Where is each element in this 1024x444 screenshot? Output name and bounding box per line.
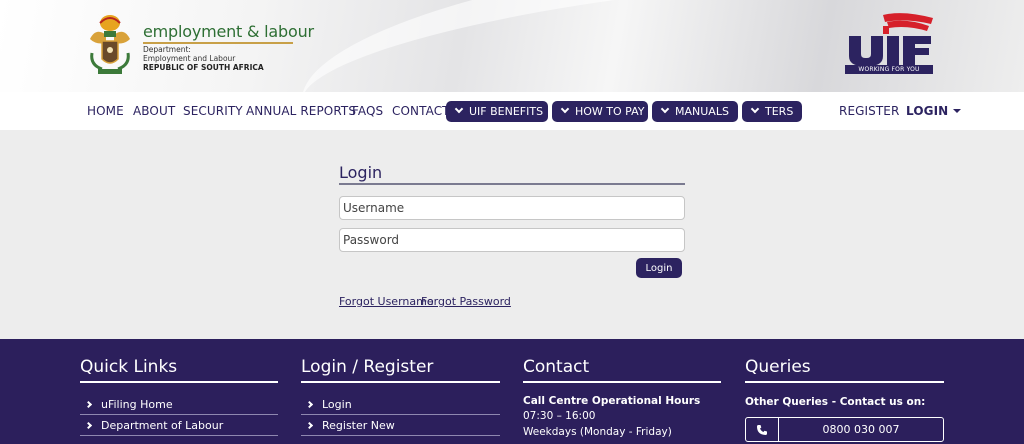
footer-link-label: Login [322, 398, 352, 411]
phone-number-box[interactable]: 0800 030 007 [745, 417, 944, 442]
chevron-down-icon [660, 104, 670, 114]
call-centre-hours-title: Call Centre Operational Hours [523, 395, 701, 407]
username-input[interactable] [339, 196, 685, 220]
chevron-right-icon [305, 421, 314, 430]
nav-contact[interactable]: CONTACT [392, 104, 450, 118]
footer-separator [301, 435, 500, 436]
nav-uif-benefits[interactable]: UIF BENEFITS [446, 101, 548, 122]
nav-security[interactable]: SECURITY [183, 104, 243, 118]
call-centre-days: Weekdays (Monday - Friday) [523, 426, 672, 438]
department-text: Department: Employment and Labour REPUBL… [143, 45, 264, 72]
phone-icon [757, 425, 767, 435]
footer-link-label: Register New [322, 419, 395, 432]
queries-rule [745, 381, 944, 383]
nav-manuals-label: MANUALS [675, 105, 729, 118]
chevron-right-icon [84, 421, 93, 430]
footer-separator [80, 414, 278, 415]
chevron-right-icon [305, 400, 314, 409]
coat-of-arms-logo[interactable] [86, 13, 134, 77]
nav-about[interactable]: ABOUT [133, 104, 175, 118]
main-nav: HOME ABOUT SECURITY ANNUAL REPORTS FAQS … [0, 92, 1024, 130]
footer-link-ufiling-home[interactable]: uFiling Home [84, 398, 173, 411]
footer-link-login[interactable]: Login [305, 398, 352, 411]
dept-line-2: Employment and Labour [143, 54, 236, 63]
login-title: Login [339, 163, 383, 182]
nav-uif-benefits-label: UIF BENEFITS [469, 105, 544, 118]
contact-title: Contact [523, 357, 590, 377]
nav-annual-reports[interactable]: ANNUAL REPORTS [246, 104, 356, 118]
phone-number: 0800 030 007 [822, 423, 900, 436]
login-title-rule [339, 183, 685, 185]
queries-subtitle: Other Queries - Contact us on: [745, 396, 926, 408]
nav-home[interactable]: HOME [87, 104, 124, 118]
uif-tagline: WORKING FOR YOU [845, 65, 933, 74]
footer-separator [301, 414, 500, 415]
footer-link-department-of-labour[interactable]: Department of Labour [84, 419, 224, 432]
login-register-rule [301, 381, 500, 383]
footer-link-register-new[interactable]: Register New [305, 419, 395, 432]
chevron-down-icon [560, 104, 570, 114]
chevron-down-icon [750, 104, 760, 114]
chevron-down-icon [454, 104, 464, 114]
nav-faqs[interactable]: FAQS [352, 104, 383, 118]
nav-manuals[interactable]: MANUALS [652, 101, 738, 122]
quick-links-rule [80, 381, 278, 383]
login-register-title: Login / Register [301, 357, 434, 377]
nav-ters[interactable]: TERS [742, 101, 802, 122]
quick-links-title: Quick Links [80, 357, 178, 377]
nav-login-label: LOGIN [906, 104, 949, 118]
caret-down-icon [953, 109, 962, 113]
nav-login-dropdown[interactable]: LOGIN [906, 104, 962, 118]
forgot-username-link[interactable]: Forgot Username [339, 295, 434, 308]
call-centre-hours: 07:30 – 16:00 [523, 410, 596, 422]
nav-how-to-pay-label: HOW TO PAY [575, 105, 645, 118]
nav-how-to-pay[interactable]: HOW TO PAY [552, 101, 648, 122]
dept-line-1: Department: [143, 45, 191, 54]
nav-ters-label: TERS [765, 105, 794, 118]
brand-name: employment & labour [143, 22, 314, 41]
chevron-right-icon [84, 400, 93, 409]
queries-title: Queries [745, 357, 811, 377]
nav-register[interactable]: REGISTER [839, 104, 899, 118]
dept-line-3: REPUBLIC OF SOUTH AFRICA [143, 63, 264, 72]
footer-separator [80, 435, 278, 436]
site-header: employment & labour Department: Employme… [0, 0, 1024, 92]
forgot-password-link[interactable]: Forgot Password [421, 295, 511, 308]
brand-underline [143, 42, 293, 44]
footer-link-label: uFiling Home [101, 398, 173, 411]
contact-rule [523, 381, 721, 383]
login-button[interactable]: Login [636, 258, 682, 278]
footer-link-label: Department of Labour [101, 419, 224, 432]
password-input[interactable] [339, 228, 685, 252]
